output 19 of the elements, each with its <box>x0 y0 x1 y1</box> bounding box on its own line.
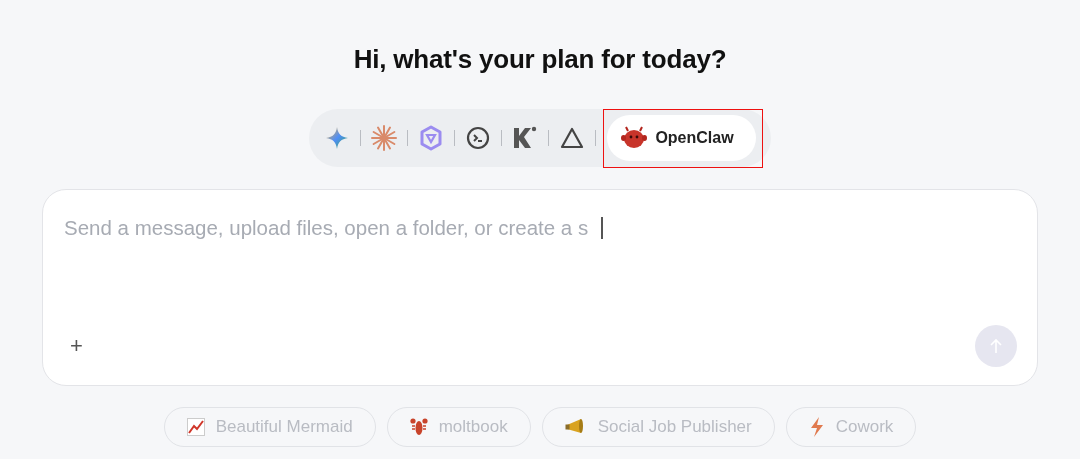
suggestion-chip[interactable]: Social Job Publisher <box>541 407 775 447</box>
lobster-icon <box>409 417 428 437</box>
triangle-icon <box>560 127 585 149</box>
k-logo-icon <box>512 126 539 150</box>
suggestion-chip[interactable]: moltbook <box>386 407 531 447</box>
hexagon-icon <box>418 125 445 151</box>
greeting-heading: Hi, what's your plan for today? <box>353 44 727 75</box>
arrow-up-icon <box>989 338 1003 354</box>
suggestion-chip[interactable]: Beautiful Mermaid <box>163 407 376 447</box>
burst-icon <box>371 125 398 151</box>
text-cursor <box>601 217 603 239</box>
critter-icon <box>621 125 648 150</box>
agent-option[interactable]: OpenClaw <box>607 114 756 161</box>
lightning-icon <box>808 417 825 437</box>
suggestion-chip[interactable]: Cowork <box>785 407 917 447</box>
chart-icon <box>186 418 205 436</box>
add-button[interactable]: + <box>64 333 89 359</box>
terminal-icon <box>466 126 491 150</box>
message-input[interactable]: Send a message, upload files, open a folder, or create a s <box>64 216 601 240</box>
